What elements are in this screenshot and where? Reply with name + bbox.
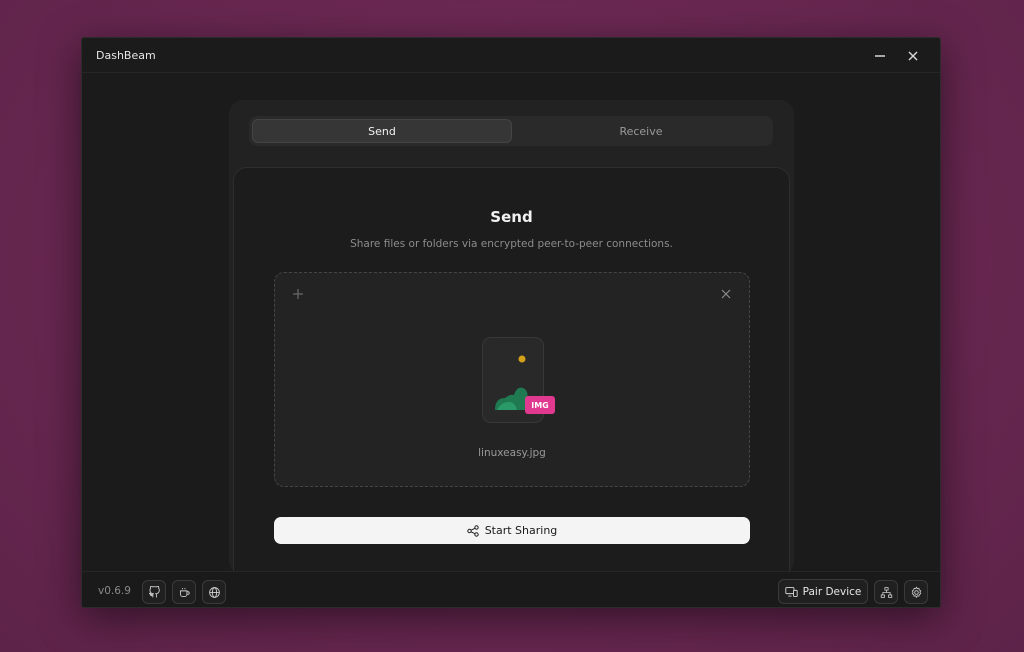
file-type-badge: IMG [525,396,555,414]
coffee-icon [179,587,190,597]
pair-device-label: Pair Device [802,585,862,598]
footer-bar: v0.6.9 Pair Device [82,571,940,607]
panel-subtitle: Share files or folders via encrypted pee… [350,238,673,250]
close-button[interactable] [904,47,922,65]
gear-icon [911,585,921,598]
mode-tabs: Send Receive [249,116,773,146]
file-name: linuxeasy.jpg [478,447,546,459]
tab-receive[interactable]: Receive [512,119,770,143]
network-button[interactable] [874,580,898,604]
share-icon [466,524,479,537]
tab-send[interactable]: Send [252,119,512,143]
start-sharing-label: Start Sharing [484,524,558,537]
website-button[interactable] [202,580,226,604]
main-card: Send Receive Send Share files or folders… [229,100,794,587]
start-sharing-button[interactable]: Start Sharing [274,517,750,544]
github-button[interactable] [142,580,166,604]
minimize-icon [875,55,885,57]
plus-icon[interactable] [291,287,305,301]
settings-button[interactable] [904,580,928,604]
minimize-button[interactable] [871,47,889,65]
github-icon [148,585,160,597]
app-window: DashBeam Send Receive Send Share files o… [81,37,941,608]
version-label: v0.6.9 [98,585,131,597]
pair-device-button[interactable]: Pair Device [778,579,868,604]
panel-title: Send [490,208,533,226]
send-panel: Send Share files or folders via encrypte… [233,167,790,587]
network-icon [880,586,892,598]
file-dropzone[interactable]: IMG linuxeasy.jpg [274,272,750,487]
devices-icon [784,586,798,597]
title-bar: DashBeam [82,38,940,73]
window-title: DashBeam [96,48,156,62]
clear-files-icon[interactable] [719,287,733,301]
close-icon [908,51,918,61]
globe-icon [208,586,220,598]
coffee-button[interactable] [172,580,196,604]
